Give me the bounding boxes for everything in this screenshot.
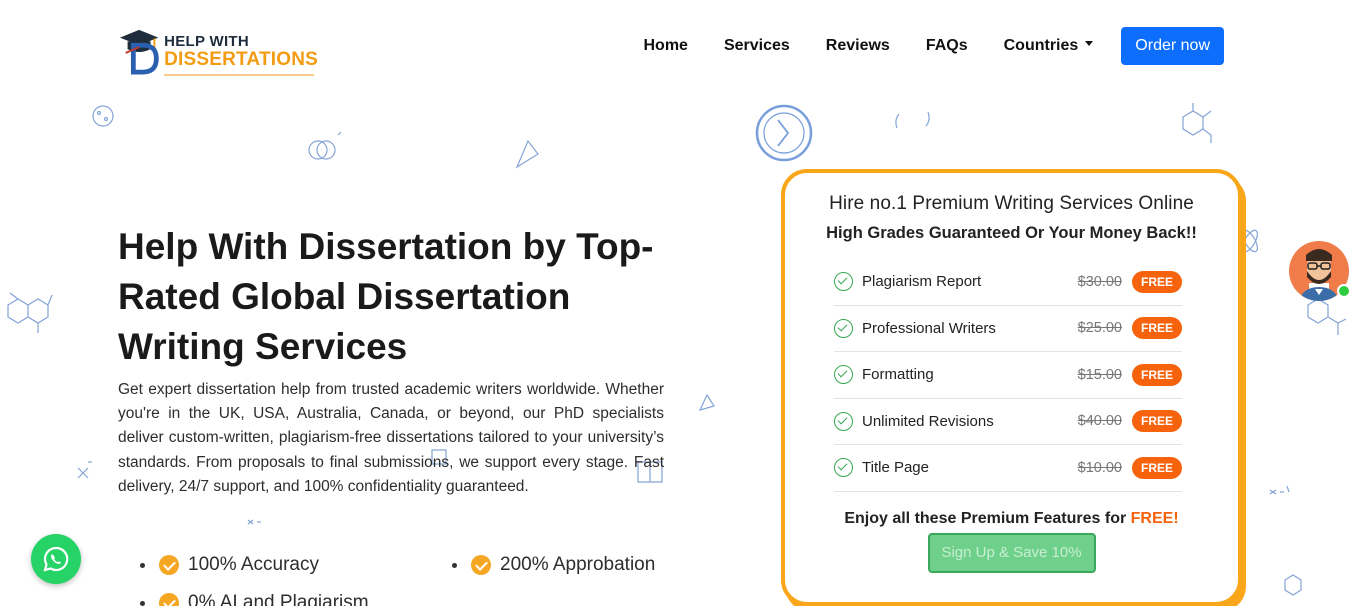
logo-underline: [164, 74, 314, 76]
check-circle-icon: [159, 593, 179, 606]
offer-name: Plagiarism Report: [862, 273, 982, 291]
enjoy-highlight: FREE!: [1130, 509, 1179, 527]
offer-row: Plagiarism Report $30.00 FREE: [834, 259, 1182, 306]
hero-description: Get expert dissertation help from truste…: [118, 381, 664, 495]
check-circle-icon: [834, 272, 853, 292]
free-badge: FREE: [1131, 410, 1182, 433]
offer-name: Unlimited Revisions: [862, 412, 994, 430]
enjoy-text: Enjoy all these Premium Features for FRE…: [785, 510, 1238, 528]
order-now-button[interactable]: Order now: [1121, 27, 1224, 65]
feature-label: 100% Accuracy: [188, 554, 319, 575]
check-circle-icon: [834, 458, 853, 478]
online-status-dot: [1337, 284, 1351, 298]
check-circle-icon: [834, 318, 853, 338]
offer-name: Formatting: [862, 366, 934, 384]
feature-item: 200% Approbation: [452, 554, 655, 576]
offer-subheading: High Grades Guaranteed Or Your Money Bac…: [826, 224, 1197, 242]
nav-countries-dropdown[interactable]: Countries: [1004, 37, 1094, 55]
free-badge: FREE: [1131, 456, 1182, 479]
nav-reviews[interactable]: Reviews: [826, 37, 890, 55]
offer-price: $40.00: [1077, 413, 1122, 430]
offer-name: Title Page: [862, 459, 929, 477]
feature-label: 200% Approbation: [500, 554, 656, 575]
check-circle-icon: [159, 555, 179, 575]
bullet: [452, 562, 457, 568]
free-badge: FREE: [1131, 270, 1182, 293]
offer-row: Title Page $10.00 FREE: [834, 445, 1182, 492]
page: HELP WITH DISSERTATIONS Home Services Re…: [0, 0, 1354, 606]
caret-down-icon: [1085, 41, 1094, 47]
offer-card: Hire no.1 Premium Writing Services Onlin…: [781, 169, 1242, 606]
whatsapp-icon: [43, 546, 69, 572]
check-circle-icon: [471, 555, 491, 575]
offer-row: Unlimited Revisions $40.00 FREE: [834, 399, 1182, 445]
check-circle-icon: [834, 411, 853, 431]
graduation-cap-logo-icon: [119, 29, 159, 75]
feature-item: 0% AI and Plagiarism: [140, 592, 369, 606]
site-logo[interactable]: HELP WITH DISSERTATIONS: [118, 22, 318, 80]
bullet: [140, 600, 145, 606]
nav-countries-label: Countries: [1003, 37, 1079, 54]
free-badge: FREE: [1131, 317, 1182, 340]
offer-price: $15.00: [1077, 366, 1122, 383]
offer-name: Professional Writers: [862, 319, 996, 337]
offer-price: $10.00: [1077, 459, 1122, 476]
whatsapp-button[interactable]: [31, 534, 81, 584]
nav-faqs[interactable]: FAQs: [926, 37, 968, 55]
offer-price: $25.00: [1077, 320, 1122, 337]
enjoy-label: Enjoy all these Premium Features for: [844, 509, 1127, 527]
feature-label: 0% AI and Plagiarism: [188, 592, 369, 606]
logo-line1: HELP WITH: [164, 32, 250, 50]
offer-row: Professional Writers $25.00 FREE: [834, 306, 1182, 352]
signup-save-button[interactable]: Sign Up & Save 10%: [927, 532, 1096, 573]
free-badge: FREE: [1131, 363, 1182, 386]
hero-title: Help With Dissertation by Top-Rated Glob…: [118, 226, 654, 367]
offer-heading: Hire no.1 Premium Writing Services Onlin…: [829, 193, 1194, 214]
offer-row: Formatting $15.00 FREE: [834, 352, 1182, 399]
bullet: [140, 562, 145, 568]
offer-list: Plagiarism Report $30.00 FREE Profession…: [834, 259, 1182, 492]
nav-home[interactable]: Home: [643, 37, 687, 55]
feature-item: 100% Accuracy: [140, 554, 319, 576]
nav-services[interactable]: Services: [724, 37, 790, 55]
offer-price: $30.00: [1077, 273, 1122, 290]
check-circle-icon: [834, 365, 853, 385]
logo-line2: DISSERTATIONS: [164, 48, 318, 70]
main-nav: Home Services Reviews FAQs Countries Ord…: [607, 27, 1224, 65]
